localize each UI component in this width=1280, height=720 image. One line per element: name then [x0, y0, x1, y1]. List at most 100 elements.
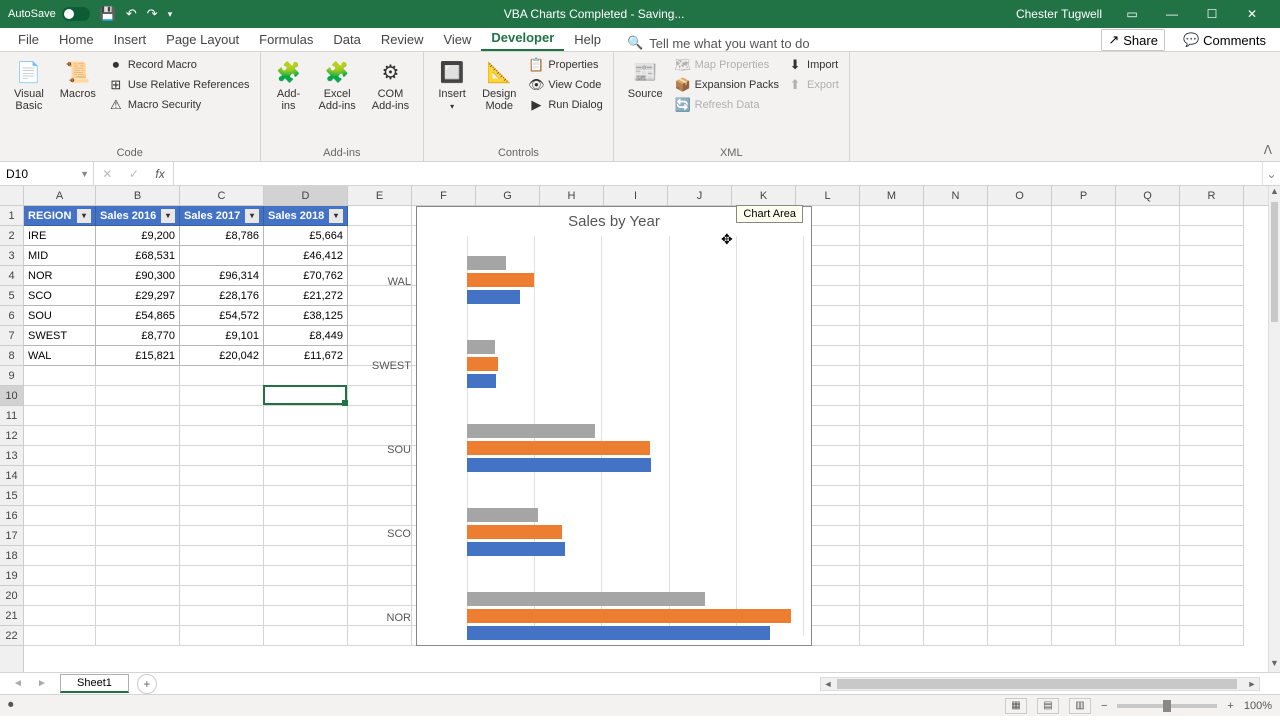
row-header[interactable]: 3: [0, 246, 23, 266]
table-cell[interactable]: £54,572: [180, 306, 264, 326]
table-cell[interactable]: £70,762: [264, 266, 348, 286]
cell[interactable]: [1180, 566, 1244, 586]
cell[interactable]: [860, 246, 924, 266]
cell[interactable]: [96, 626, 180, 646]
chart-bar[interactable]: [467, 273, 534, 287]
cell[interactable]: [348, 466, 412, 486]
cell[interactable]: [348, 326, 412, 346]
column-header[interactable]: C: [180, 186, 264, 205]
table-cell[interactable]: MID: [24, 246, 96, 266]
cell[interactable]: [1116, 286, 1180, 306]
cell[interactable]: [988, 326, 1052, 346]
cell[interactable]: [860, 346, 924, 366]
table-cell[interactable]: £54,865: [96, 306, 180, 326]
toggle-switch[interactable]: [62, 7, 90, 21]
sheet-tab-sheet1[interactable]: Sheet1: [60, 674, 129, 693]
page-layout-button[interactable]: ▤: [1037, 698, 1059, 714]
autosave-toggle[interactable]: AutoSave: [8, 7, 90, 21]
column-header[interactable]: F: [412, 186, 476, 205]
select-all-corner[interactable]: [0, 186, 24, 206]
table-cell[interactable]: £96,314: [180, 266, 264, 286]
cell[interactable]: [924, 446, 988, 466]
cell[interactable]: [180, 506, 264, 526]
cell[interactable]: [860, 386, 924, 406]
cell[interactable]: [860, 466, 924, 486]
filter-icon[interactable]: ▾: [245, 209, 259, 223]
cell[interactable]: [96, 586, 180, 606]
cell[interactable]: [860, 586, 924, 606]
cell[interactable]: [1180, 586, 1244, 606]
cell[interactable]: [988, 346, 1052, 366]
row-header[interactable]: 6: [0, 306, 23, 326]
embedded-chart[interactable]: Sales by YearWALSWESTSOUSCONORChart Area…: [416, 206, 812, 646]
cell[interactable]: [264, 606, 348, 626]
cell[interactable]: [1052, 506, 1116, 526]
cell[interactable]: [988, 486, 1052, 506]
cell[interactable]: [180, 466, 264, 486]
chart-plot-area[interactable]: WALSWESTSOUSCONOR: [417, 236, 811, 636]
cell[interactable]: [1052, 546, 1116, 566]
cell[interactable]: [988, 226, 1052, 246]
cell[interactable]: [988, 206, 1052, 226]
cell[interactable]: [1180, 486, 1244, 506]
column-header[interactable]: H: [540, 186, 604, 205]
vertical-scrollbar[interactable]: ▲ ▼: [1268, 186, 1280, 672]
excel-addins-button[interactable]: 🧩Excel Add-ins: [313, 56, 362, 114]
cell[interactable]: [924, 406, 988, 426]
column-header[interactable]: D: [264, 186, 348, 205]
row-header[interactable]: 11: [0, 406, 23, 426]
row-header[interactable]: 15: [0, 486, 23, 506]
zoom-out-button[interactable]: −: [1101, 700, 1107, 712]
insert-control-button[interactable]: 🔲Insert▾: [432, 56, 472, 113]
cell[interactable]: [860, 566, 924, 586]
cell[interactable]: [988, 426, 1052, 446]
cell[interactable]: [988, 466, 1052, 486]
cell[interactable]: [1052, 486, 1116, 506]
row-header[interactable]: 20: [0, 586, 23, 606]
scroll-up-icon[interactable]: ▲: [1269, 186, 1280, 200]
cell[interactable]: [24, 486, 96, 506]
cell[interactable]: [24, 386, 96, 406]
macro-record-icon[interactable]: ⏺: [8, 699, 14, 712]
cell[interactable]: [1180, 326, 1244, 346]
cell[interactable]: [924, 606, 988, 626]
cell[interactable]: [988, 386, 1052, 406]
cell[interactable]: [96, 506, 180, 526]
cell[interactable]: [924, 546, 988, 566]
use-relative-button[interactable]: ⊞Use Relative References: [106, 76, 252, 94]
cell[interactable]: [924, 306, 988, 326]
cell[interactable]: [988, 546, 1052, 566]
cell[interactable]: [348, 426, 412, 446]
cell[interactable]: [180, 406, 264, 426]
cell[interactable]: [1180, 226, 1244, 246]
cell[interactable]: [1180, 246, 1244, 266]
redo-icon[interactable]: ↷: [147, 6, 158, 22]
cell[interactable]: [924, 626, 988, 646]
cell[interactable]: [1116, 366, 1180, 386]
cell[interactable]: [924, 566, 988, 586]
table-header[interactable]: Sales 2016▾: [96, 206, 180, 226]
table-cell[interactable]: £8,770: [96, 326, 180, 346]
cell[interactable]: [1116, 586, 1180, 606]
maximize-icon[interactable]: ☐: [1192, 0, 1232, 28]
cell[interactable]: [860, 286, 924, 306]
cell[interactable]: [924, 426, 988, 446]
cell[interactable]: [988, 286, 1052, 306]
column-header[interactable]: G: [476, 186, 540, 205]
cell[interactable]: [1180, 386, 1244, 406]
table-cell[interactable]: SWEST: [24, 326, 96, 346]
cell[interactable]: [180, 586, 264, 606]
cell[interactable]: [1052, 266, 1116, 286]
column-header[interactable]: B: [96, 186, 180, 205]
normal-view-button[interactable]: ▦: [1005, 698, 1027, 714]
cell[interactable]: [96, 406, 180, 426]
tab-help[interactable]: Help: [564, 28, 611, 51]
row-header[interactable]: 12: [0, 426, 23, 446]
column-header[interactable]: N: [924, 186, 988, 205]
cell[interactable]: [264, 446, 348, 466]
cell[interactable]: [24, 566, 96, 586]
row-header[interactable]: 17: [0, 526, 23, 546]
cell[interactable]: [180, 386, 264, 406]
row-header[interactable]: 19: [0, 566, 23, 586]
row-header[interactable]: 7: [0, 326, 23, 346]
